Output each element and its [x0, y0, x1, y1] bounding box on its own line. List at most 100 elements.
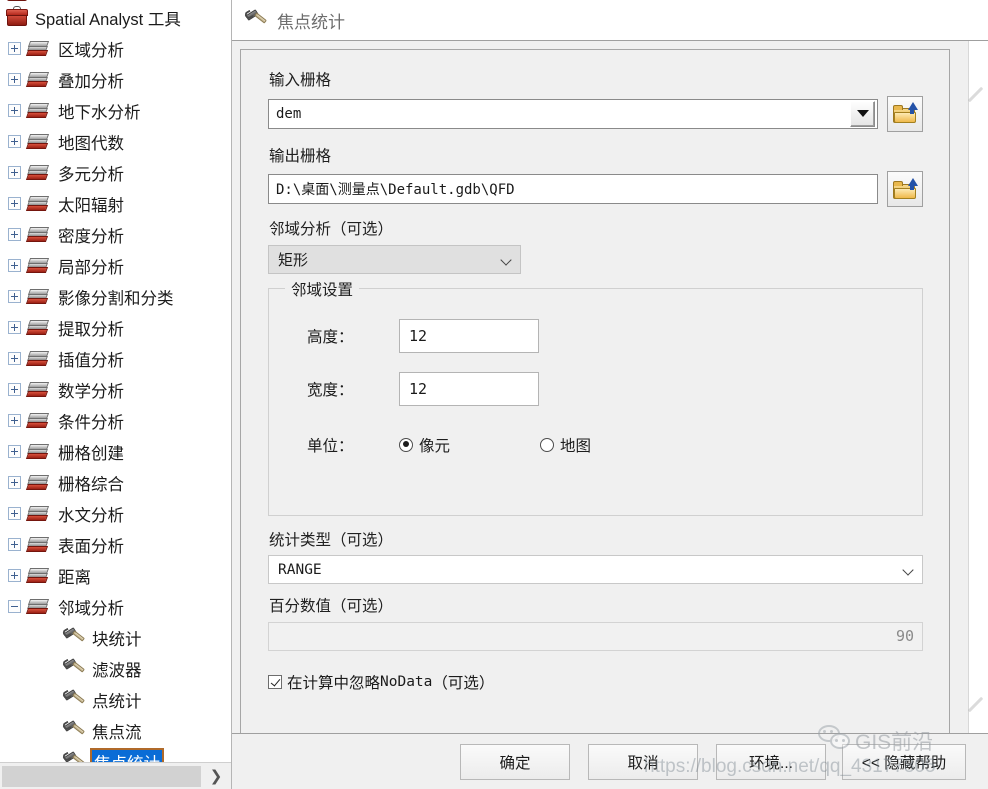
tree-item-label: 叠加分析: [58, 72, 124, 91]
neighborhood-select[interactable]: 矩形: [268, 244, 521, 274]
tree-item-17[interactable]: 表面分析: [0, 529, 231, 560]
expand-plus-icon[interactable]: [8, 321, 21, 334]
tree-item-2[interactable]: 叠加分析: [0, 64, 231, 95]
expand-plus-icon[interactable]: [8, 135, 21, 148]
tree-item-label: 邻域分析: [58, 599, 124, 618]
expand-plus-icon[interactable]: [8, 42, 21, 55]
tree-item-6[interactable]: 太阳辐射: [0, 188, 231, 219]
expand-plus-icon[interactable]: [8, 507, 21, 520]
tree-item-0[interactable]: Spatial Analyst 工具: [0, 2, 231, 33]
percentile-input[interactable]: 90: [268, 621, 923, 651]
tree-item-10[interactable]: 提取分析: [0, 312, 231, 343]
expand-plus-icon[interactable]: [8, 166, 21, 179]
toolset-icon: [25, 40, 51, 57]
toolset-icon: [25, 474, 51, 491]
statistics-type-select[interactable]: RANGE: [268, 555, 923, 585]
expand-plus-icon[interactable]: [8, 445, 21, 458]
tree-item-label: 局部分析: [58, 258, 124, 277]
expand-plus-icon[interactable]: [8, 290, 21, 303]
toolbox-icon: [6, 0, 28, 2]
tree-item-21[interactable]: 滤波器: [0, 653, 231, 684]
tree-item-label: 表面分析: [58, 537, 124, 556]
tree-item-16[interactable]: 水文分析: [0, 498, 231, 529]
environments-button[interactable]: 环境...: [716, 743, 826, 780]
radio-cell-icon[interactable]: [399, 437, 413, 452]
tree-item-18[interactable]: 距离: [0, 560, 231, 591]
chevron-down-icon: [501, 254, 512, 265]
expand-plus-icon[interactable]: [8, 228, 21, 241]
expand-plus-icon[interactable]: [8, 352, 21, 365]
unit-radio-map[interactable]: 地图: [540, 434, 591, 456]
input-raster-dropdown-button[interactable]: [850, 100, 875, 127]
expand-plus-icon[interactable]: [8, 259, 21, 272]
tree-item-20[interactable]: 块统计: [0, 622, 231, 653]
expand-plus-icon[interactable]: [8, 197, 21, 210]
tree-item-label: 提取分析: [58, 320, 124, 339]
ok-button[interactable]: 确定: [460, 743, 570, 780]
output-raster-row: D:\桌面\测量点\Default.gdb\QFD: [268, 171, 923, 208]
tree-item-11[interactable]: 插值分析: [0, 343, 231, 374]
help-splitter[interactable]: [950, 41, 969, 789]
chevron-down-icon: [903, 564, 914, 575]
tree-item-1[interactable]: 区域分析: [0, 33, 231, 64]
scroll-right-arrow-icon[interactable]: ❯: [201, 769, 231, 784]
unit-label: 单位：: [307, 437, 354, 455]
hide-help-button[interactable]: << 隐藏帮助: [842, 743, 966, 780]
tree-item-15[interactable]: 栅格综合: [0, 467, 231, 498]
tree-item-7[interactable]: 密度分析: [0, 219, 231, 250]
collapse-minus-icon[interactable]: [8, 600, 21, 613]
unit-row: 单位： 像元 地图: [307, 428, 922, 462]
tree-item-8[interactable]: 局部分析: [0, 250, 231, 281]
ignore-nodata-checkbox[interactable]: [268, 674, 282, 689]
tree-item-14[interactable]: 栅格创建: [0, 436, 231, 467]
toolset-icon: [25, 257, 51, 274]
toolbox-tree[interactable]: Schematics 工具 Spatial Analyst 工具区域分析叠加分析地…: [0, 0, 231, 789]
expand-plus-icon[interactable]: [8, 104, 21, 117]
tree-item-9[interactable]: 影像分割和分类: [0, 281, 231, 312]
tree-item-label: 地图代数: [58, 134, 124, 153]
tree-item-3[interactable]: 地下水分析: [0, 95, 231, 126]
tree-item-label: 多元分析: [58, 165, 124, 184]
height-input[interactable]: 12: [399, 318, 539, 353]
ignore-nodata-row[interactable]: 在计算中忽略 NoData （可选）: [268, 671, 923, 693]
tree-item-4[interactable]: 地图代数: [0, 126, 231, 157]
tree-item-label: 距离: [58, 568, 91, 587]
tree-item-label: 水文分析: [58, 506, 124, 525]
toolset-icon: [25, 536, 51, 553]
expand-plus-icon[interactable]: [8, 569, 21, 582]
tree-item-label: Schematics 工具: [35, 0, 158, 2]
unit-radio-cell[interactable]: 像元: [399, 434, 450, 456]
tree-item-label: 密度分析: [58, 227, 124, 246]
expand-plus-icon[interactable]: [8, 414, 21, 427]
width-input[interactable]: 12: [399, 371, 539, 406]
tree-item-13[interactable]: 条件分析: [0, 405, 231, 436]
tree-item-23[interactable]: 焦点流: [0, 715, 231, 746]
toolbox-icon: [6, 5, 28, 27]
output-raster-browse-button[interactable]: [887, 171, 923, 208]
input-raster-browse-button[interactable]: [887, 95, 923, 132]
expand-plus-icon[interactable]: [8, 73, 21, 86]
tree-item-label: 条件分析: [58, 413, 124, 432]
resize-grip-icon[interactable]: [966, 83, 984, 109]
tree-item-22[interactable]: 点统计: [0, 684, 231, 715]
output-raster-input[interactable]: D:\桌面\测量点\Default.gdb\QFD: [268, 174, 878, 205]
tree-item-19[interactable]: 邻域分析: [0, 591, 231, 622]
width-label: 宽度：: [307, 381, 354, 399]
scrollbar-thumb[interactable]: [2, 765, 201, 787]
tree-horizontal-scrollbar[interactable]: ❯: [0, 762, 231, 789]
arctoolbox-pane: Schematics 工具 Spatial Analyst 工具区域分析叠加分析地…: [0, 0, 232, 789]
resize-grip-icon[interactable]: [966, 693, 984, 719]
cancel-button[interactable]: 取消: [588, 743, 698, 780]
expand-plus-icon[interactable]: [8, 538, 21, 551]
input-raster-combobox[interactable]: dem: [268, 98, 878, 129]
ignore-nodata-label-mono: NoData: [380, 673, 433, 690]
tree-item-label: 数学分析: [58, 382, 124, 401]
radio-map-icon[interactable]: [540, 437, 555, 452]
tree-item-12[interactable]: 数学分析: [0, 374, 231, 405]
expand-plus-icon[interactable]: [8, 476, 21, 489]
unit-option-cell-label: 像元: [419, 437, 451, 455]
hammer-icon: [61, 719, 86, 741]
expand-plus-icon[interactable]: [8, 383, 21, 396]
neighborhood-value: 矩形: [278, 251, 309, 269]
tree-item-5[interactable]: 多元分析: [0, 157, 231, 188]
